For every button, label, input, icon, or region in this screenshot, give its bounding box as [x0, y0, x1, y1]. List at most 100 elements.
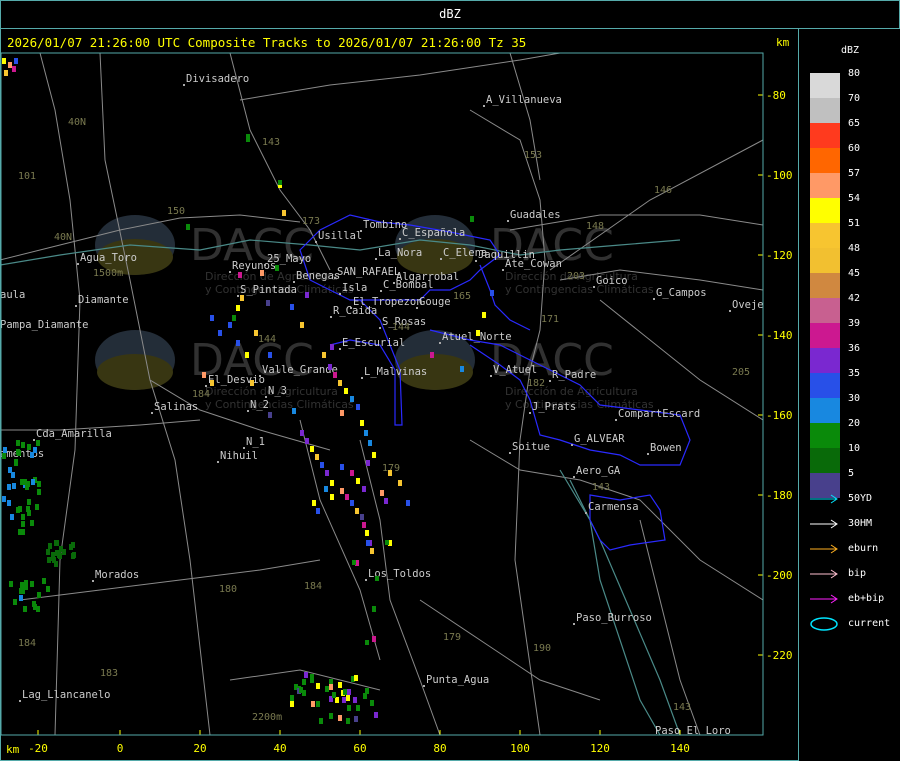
- echo-cell: [324, 486, 328, 492]
- place-marker: [293, 281, 295, 283]
- echo-cell: [388, 470, 392, 476]
- echo-cell: [372, 636, 376, 642]
- echo-cell: [10, 514, 14, 520]
- place-label: Divisadero: [186, 73, 249, 85]
- x-tick-label: 120: [590, 742, 610, 755]
- echo-cell: [17, 450, 21, 456]
- radar-map[interactable]: DACCDirección de Agriculturay Contingenc…: [0, 0, 900, 761]
- echo-cell: [364, 430, 368, 436]
- place-label: Oveje: [732, 299, 764, 311]
- x-tick-label: 60: [353, 742, 366, 755]
- echo-cell: [30, 520, 34, 526]
- place-marker: [416, 307, 418, 309]
- echo-cell: [16, 440, 20, 446]
- echo-cell: [482, 312, 486, 318]
- echo-cell: [36, 440, 40, 446]
- place-marker: [490, 375, 492, 377]
- route-label: 205: [732, 367, 750, 378]
- echo-cell: [380, 490, 384, 496]
- route-label: 143: [592, 482, 610, 493]
- route-label: 2200m: [252, 712, 282, 723]
- echo-cell: [32, 601, 36, 607]
- echo-cell: [430, 352, 434, 358]
- legend-swatch: [810, 223, 840, 248]
- echo-cell: [9, 581, 13, 587]
- echo-cell: [54, 561, 58, 567]
- echo-cell: [305, 292, 309, 298]
- echo-cell: [266, 300, 270, 306]
- svg-text:Dirección de Agricultura: Dirección de Agricultura: [505, 385, 638, 398]
- echo-cell: [210, 315, 214, 321]
- legend-swatch-label: 5: [848, 468, 855, 479]
- echo-cell: [8, 467, 12, 473]
- echo-cell: [37, 489, 41, 495]
- place-label: C_Española: [402, 227, 465, 239]
- place-marker: [237, 295, 239, 297]
- echo-cell: [7, 500, 11, 506]
- place-label: CompartEscard: [618, 408, 700, 420]
- place-marker: [33, 439, 35, 441]
- echo-cell: [20, 582, 24, 588]
- place-marker: [529, 412, 531, 414]
- legend-swatch: [810, 373, 840, 398]
- route-label: 184: [304, 581, 322, 592]
- echo-cell: [365, 640, 369, 645]
- legend-title: dBZ: [841, 45, 860, 56]
- place-label: 25_Mayo: [267, 253, 311, 265]
- legend-swatch-label: 30: [848, 393, 861, 404]
- place-label: Nihuil: [220, 450, 258, 462]
- place-label: El_Desvio: [208, 374, 265, 386]
- echo-cell: [340, 410, 344, 416]
- x-tick-label: -20: [28, 742, 48, 755]
- place-label: A_Villanueva: [486, 94, 562, 106]
- echo-cell: [328, 364, 332, 370]
- echo-cell: [338, 715, 342, 721]
- x-tick-label: 100: [510, 742, 530, 755]
- place-marker: [399, 238, 401, 240]
- legend-swatch-label: 80: [848, 68, 861, 79]
- echo-cell: [42, 578, 46, 584]
- echo-cell: [59, 546, 63, 552]
- echo-cell: [315, 454, 319, 460]
- route-label: 180: [219, 584, 237, 595]
- y-tick-label: -200: [766, 569, 793, 582]
- place-marker: [380, 290, 382, 292]
- echo-cell: [23, 606, 27, 612]
- place-label: G_ALVEAR: [574, 433, 625, 445]
- place-label: V_Atuel: [493, 364, 537, 376]
- echo-cell: [20, 479, 24, 485]
- place-marker: [652, 736, 654, 738]
- legend-swatch: [810, 448, 840, 473]
- echo-cell: [278, 180, 282, 185]
- echo-cell: [12, 66, 16, 72]
- legend-swatch-label: 45: [848, 268, 861, 279]
- track-arrow-icon: [810, 494, 838, 504]
- legend-swatch-label: 51: [848, 218, 861, 229]
- echo-cell: [384, 498, 388, 504]
- echo-cell: [21, 514, 25, 520]
- legend-swatch-label: 65: [848, 118, 861, 129]
- place-marker: [361, 377, 363, 379]
- echo-cell: [26, 481, 30, 487]
- route-label: 143: [262, 137, 280, 148]
- legend-swatch: [810, 148, 840, 173]
- place-marker: [573, 476, 575, 478]
- echo-cell: [71, 553, 75, 559]
- echo-cell: [2, 496, 6, 502]
- unit-bottom: km: [6, 743, 20, 756]
- place-marker: [92, 580, 94, 582]
- legend-swatch: [810, 323, 840, 348]
- track-label: 50YD: [848, 493, 873, 504]
- echo-cell: [268, 412, 272, 418]
- place-marker: [549, 380, 551, 382]
- place-marker: [339, 348, 341, 350]
- echo-cell: [338, 682, 342, 688]
- unit-top: km: [776, 36, 790, 49]
- echo-cell: [311, 701, 315, 707]
- legend-swatch: [810, 398, 840, 423]
- place-label: L_Malvinas: [364, 366, 427, 378]
- place-marker: [502, 269, 504, 271]
- echo-cell: [8, 62, 12, 68]
- x-tick-label: 0: [117, 742, 124, 755]
- place-label: SAN_RAFAEL: [337, 266, 400, 278]
